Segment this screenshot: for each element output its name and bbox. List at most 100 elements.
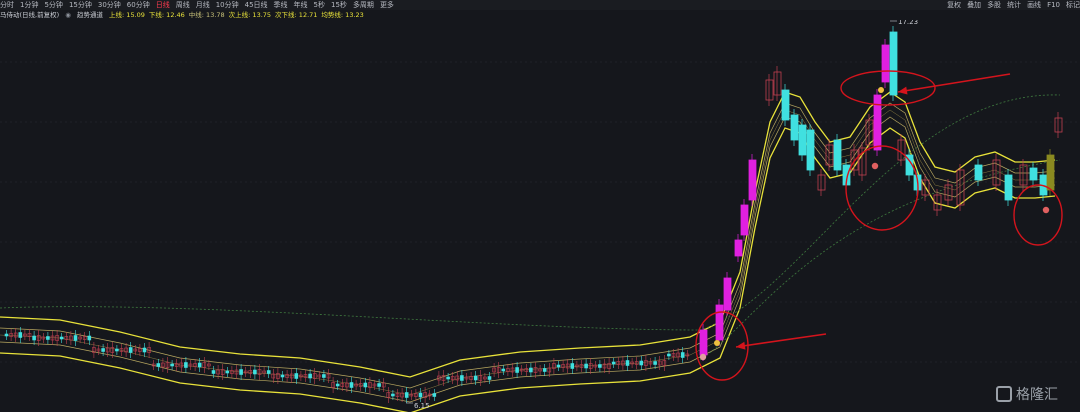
candle-body [699,329,708,356]
indicator-name[interactable]: 趋势通道 [77,11,103,19]
period-tab[interactable]: 年线 [294,0,308,10]
candle-body [680,352,685,358]
highlight-circle [1013,184,1063,246]
period-tab[interactable]: 更多 [380,0,394,10]
legend-value: 次下线: 12.71 [275,11,318,19]
toolbar-button[interactable]: 统计 [1007,0,1021,10]
candle-body [101,348,105,352]
signal-dot-icon [699,353,707,361]
candle-body [211,370,216,374]
legend-value: 均势线: 13.23 [321,11,364,19]
candle-body [542,368,547,372]
candle-body [748,159,757,201]
period-tab[interactable]: 日线 [156,0,170,10]
period-tab[interactable]: 季线 [274,0,288,10]
brand-logo-icon [996,386,1012,402]
period-tab[interactable]: 1分钟 [20,0,38,10]
candle-body [59,336,64,340]
candle-body [156,363,161,367]
toolbar-button[interactable]: 多股 [987,0,1001,10]
period-tab[interactable]: 分时 [0,0,14,10]
indicator-dot-icon: ◉ [65,11,71,19]
candle-body [723,277,732,311]
candle-body [280,374,285,378]
candle-body [473,375,478,381]
candle-body [391,393,395,397]
candle-body [773,71,782,96]
arrow-head-icon [736,341,746,350]
candle-body [639,360,644,366]
period-tab[interactable]: 60分钟 [127,0,150,10]
candle-body [765,79,774,101]
candle-body [556,364,561,368]
period-tab[interactable]: 5分钟 [44,0,62,10]
candle-body [128,347,133,353]
candlestick-chart[interactable]: 17.23 6.15 [0,20,1080,412]
upper-band-line [0,91,1056,378]
candle-body [1004,174,1013,201]
candle-body [197,362,202,368]
candle-body [584,363,588,369]
period-tab[interactable]: 15分钟 [69,0,92,10]
candle-body [418,392,423,398]
candle-body [377,383,381,387]
candle-body [790,114,799,141]
candle-body [653,361,657,365]
candle-body [73,335,78,341]
legend-value: 中线: 13.78 [188,11,225,19]
candle-body [349,382,354,388]
candle-body [734,239,743,257]
highlight-circle [845,145,919,231]
candle-body [881,44,890,83]
arrow-line [897,73,1011,93]
toolbar-button[interactable]: 复权 [947,0,961,10]
candle-body [322,374,326,378]
toolbar-button[interactable]: 标记 [1066,0,1080,10]
candle-body [715,304,724,341]
legend-value: 下线: 12.46 [148,11,185,19]
candle-body [308,373,312,379]
candle-body [1054,117,1063,133]
low-price-label: 6.15 [414,402,430,410]
candle-body [487,376,492,380]
watermark-text: 格隆汇 [1016,387,1058,403]
toolbar-button[interactable]: F10 [1047,0,1060,10]
period-tab[interactable]: 15秒 [331,0,347,10]
candle-body [897,139,906,161]
candle-body [1046,154,1055,191]
high-price-label: 17.23 [898,20,918,26]
period-tab[interactable]: 30分钟 [98,0,121,10]
legend-value: 上线: 15.09 [109,11,145,19]
candle-body [460,375,464,381]
candle-body [225,370,230,374]
outer-upper-channel [0,94,1061,331]
candle-body [501,368,506,372]
candle-body [184,362,188,368]
toolbar-button[interactable]: 叠加 [967,0,981,10]
arrow-head-icon [898,86,908,95]
candle-body [667,353,671,357]
period-tab[interactable]: 45日线 [245,0,268,10]
candle-body [432,393,437,397]
candle-body [825,144,834,166]
candle-body [873,94,882,151]
candle-body [625,360,630,366]
stock-title: 马侍动(日线,前复权) [0,11,60,19]
candle-body [570,363,575,369]
period-tab[interactable]: 多周期 [353,0,374,10]
candle-body [833,139,842,171]
buy-marker-icon [878,87,884,93]
period-tab[interactable]: 周线 [176,0,190,10]
signal-dot-icon [1042,206,1050,214]
candle-body [18,332,23,338]
period-tab[interactable]: 月线 [196,0,210,10]
secondary-upper-line [0,102,1056,389]
candle-body [889,31,898,96]
candle-body [740,204,749,236]
watermark: 格隆汇 [996,384,1058,404]
candle-body [266,370,271,374]
toolbar-button[interactable]: 画线 [1027,0,1041,10]
period-toolbar: 分时 1分钟 5分钟 15分钟 30分钟 60分钟 日线 周线 月线 10分钟 45日线 季线 年线 5秒… [0,0,1080,10]
period-tab[interactable]: 10分钟 [216,0,239,10]
period-tab[interactable]: 5秒 [314,0,325,10]
